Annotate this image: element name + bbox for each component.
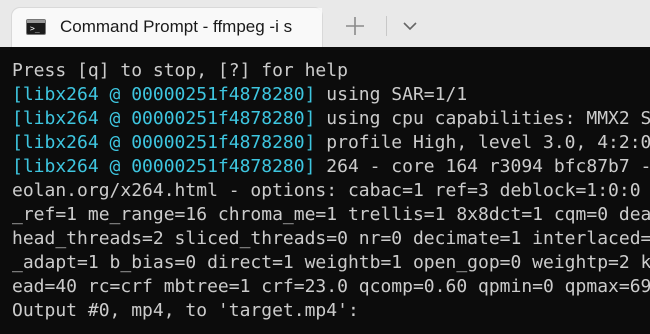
terminal-line: Press [q] to stop, [?] for help xyxy=(12,60,348,81)
terminal-output[interactable]: Press [q] to stop, [?] for help [libx264… xyxy=(0,47,650,334)
plus-icon xyxy=(346,17,364,35)
terminal-line: eolan.org/x264.html - options: cabac=1 r… xyxy=(12,180,641,201)
terminal-line: _ref=1 me_range=16 chroma_me=1 trellis=1… xyxy=(12,204,650,225)
command-prompt-icon: >_ xyxy=(26,19,46,35)
terminal-line: _adapt=1 b_bias=0 direct=1 weightb=1 ope… xyxy=(12,252,650,273)
terminal-line: [libx264 @ 00000251f4878280] 264 - core … xyxy=(12,156,650,177)
divider xyxy=(386,16,387,36)
terminal-line: head_threads=2 sliced_threads=0 nr=0 dec… xyxy=(12,228,650,249)
terminal-line: [libx264 @ 00000251f4878280] profile Hig… xyxy=(12,132,650,153)
terminal-line: ead=40 rc=crf mbtree=1 crf=23.0 qcomp=0.… xyxy=(12,276,650,297)
new-tab-button[interactable] xyxy=(340,12,370,40)
terminal-line: Output #0, mp4, to 'target.mp4': xyxy=(12,300,359,321)
tab-dropdown-button[interactable] xyxy=(398,14,422,38)
tab-title: Command Prompt - ffmpeg -i s xyxy=(60,17,293,36)
terminal-line: [libx264 @ 00000251f4878280] using SAR=1… xyxy=(12,84,468,105)
terminal-line: [libx264 @ 00000251f4878280] using cpu c… xyxy=(12,108,650,129)
terminal-window: >_ Command Prompt - ffmpeg -i s Press [q… xyxy=(0,0,650,334)
tab-command-prompt[interactable]: >_ Command Prompt - ffmpeg -i s xyxy=(12,8,322,47)
title-bar: >_ Command Prompt - ffmpeg -i s xyxy=(0,0,650,47)
chevron-down-icon xyxy=(403,22,417,31)
